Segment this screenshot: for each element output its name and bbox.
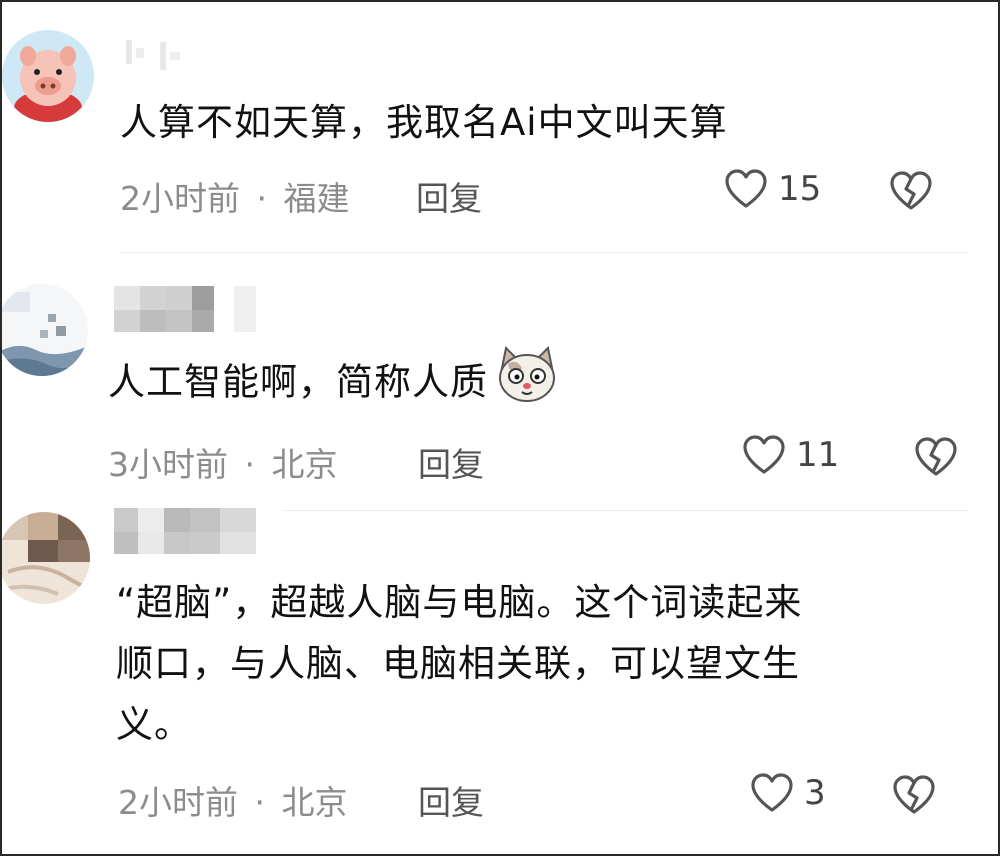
meta-separator: · [254,783,266,822]
like-button[interactable]: 11 [742,434,839,476]
comment-text-line: “超脑”，超越人脑与电脑。这个词读起来 [116,581,803,624]
dislike-button[interactable] [914,436,958,482]
comment-time: 2小时前 [120,179,240,218]
landscape-avatar-icon [2,284,88,376]
comment-time: 2小时前 [118,783,238,822]
comment-meta: 2小时前 · 福建 [120,172,350,220]
username-blurred[interactable] [114,286,264,332]
heart-icon [751,773,793,812]
comment-location: 福建 [283,179,350,218]
broken-heart-icon [893,775,935,814]
like-count: 15 [778,169,822,209]
avatar[interactable] [2,30,94,122]
reply-button[interactable]: 回复 [416,172,482,220]
like-count: 3 [804,773,826,813]
comment-text-line: 顺口，与人脑、电脑相关联，可以望文生 [116,642,800,685]
comment-text-line: 义。 [116,703,192,746]
broken-heart-icon [890,171,932,210]
pig-avatar-icon [2,30,94,122]
comment-list: 人算不如天算，我取名Ai中文叫天算 2小时前 · 福建 回复 15 人工智能啊，… [0,0,1000,856]
comment-location: 北京 [281,783,348,822]
dislike-button[interactable] [889,170,933,216]
comment-text: 人算不如天算，我取名Ai中文叫天算 [120,101,728,144]
like-button[interactable]: 3 [750,772,826,814]
avatar[interactable] [2,284,88,376]
comment-location: 北京 [271,445,338,484]
blurred-username-icon [114,508,256,554]
dislike-button[interactable] [892,774,936,820]
comment-text: 人工智能啊，简称人质 [108,345,928,422]
blurred-username-icon [126,40,180,70]
reply-button[interactable]: 回复 [418,438,484,486]
avatar[interactable] [2,512,90,604]
divider [120,252,968,253]
comment-text: “超脑”，超越人脑与电脑。这个词读起来 顺口，与人脑、电脑相关联，可以望文生 义… [116,572,956,755]
heart-icon [725,169,767,208]
broken-heart-icon [915,437,957,476]
comment-meta: 2小时前 · 北京 [118,776,348,824]
meta-separator: · [244,445,256,484]
like-count: 11 [796,435,840,475]
heart-icon [743,435,785,474]
comment-text-content: 人工智能啊，简称人质 [108,360,488,404]
comment-meta: 3小时前 · 北京 [108,438,338,486]
cat-face-emoji-icon [496,345,558,422]
divider [282,510,968,511]
like-button[interactable]: 15 [724,168,821,210]
photo-avatar-icon [2,512,90,604]
username-blurred[interactable] [114,508,264,554]
meta-separator: · [256,179,268,218]
reply-button[interactable]: 回复 [418,776,484,824]
username-blurred[interactable] [120,34,190,80]
blurred-username-icon [114,286,256,332]
comment-time: 3小时前 [108,445,228,484]
